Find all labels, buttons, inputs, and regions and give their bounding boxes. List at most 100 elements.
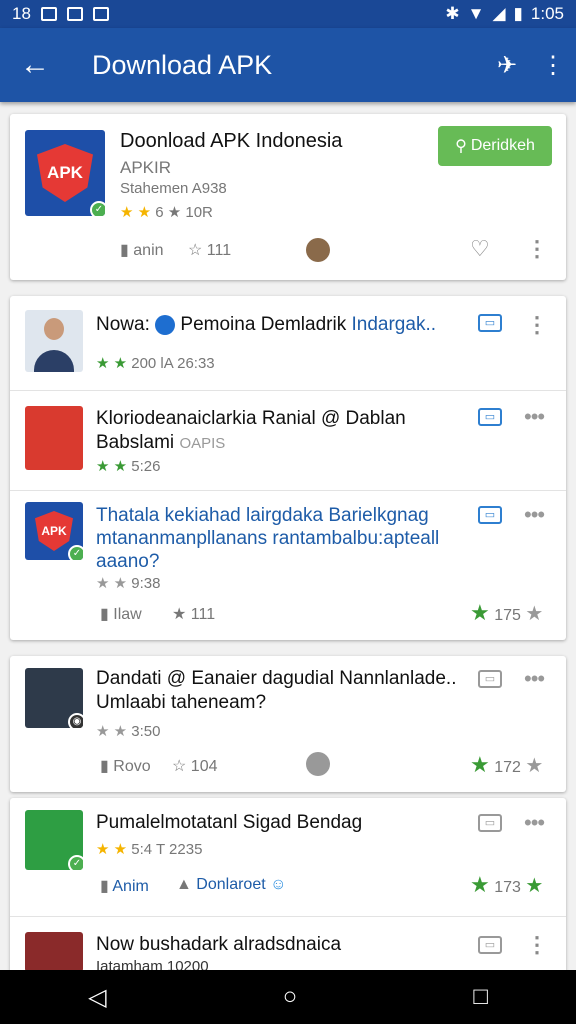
more-dots-icon[interactable]: ••• [524, 668, 545, 690]
overflow-menu-icon[interactable]: ⋮ [530, 51, 576, 80]
comment-action[interactable]: ▮ Anim [100, 876, 149, 896]
item-title: Dandati @ Eanaier dagudial Nannlanlade.. [96, 668, 457, 689]
item-thumbnail [25, 310, 83, 372]
page-title: Download APK [92, 49, 273, 80]
more-dots-icon[interactable]: ••• [524, 406, 545, 428]
item-thumbnail: APK ✓ [25, 502, 83, 560]
feed-card: Nowa: Pemoina Demladrik Indargak.. ★ ★ 2… [10, 296, 566, 640]
star-icon: ★ ★ [96, 841, 128, 858]
item-meta: ★ ★ 9:38 [96, 575, 161, 592]
rocket-icon[interactable]: ✈ [484, 51, 530, 80]
feed-card[interactable]: ◉ Dandati @ Eanaier dagudial Nannlanlade… [10, 656, 566, 792]
more-dots-icon[interactable]: ••• [524, 812, 545, 834]
star-outline-icon: ☆ [188, 242, 203, 259]
bookmark-box-icon[interactable]: ▭ [478, 506, 502, 524]
app-meta: Stahemen A938 [120, 180, 227, 197]
divider [10, 390, 566, 391]
app-subtitle: APKIR [120, 158, 172, 177]
item-title: Pumalelmotatanl Sigad Bendag [96, 812, 363, 833]
bookmark-icon: ▮ [120, 242, 129, 259]
star-icon: ★ [470, 872, 490, 897]
star-icon: ★ ★ [96, 355, 128, 372]
thumbs-up-icon: ▲ [176, 876, 192, 893]
comment-icon: ▮ [100, 758, 109, 775]
more-icon[interactable]: ⋮ [526, 314, 548, 336]
score: ★ 172 ★ [470, 752, 544, 777]
heart-icon[interactable]: ♡ [470, 236, 490, 262]
star-action[interactable]: ★ 111 [172, 604, 215, 624]
status-bar: 18 ✱ ▼ ◢ ▮ 1:05 [0, 0, 576, 28]
wifi-icon: ▼ [467, 4, 485, 23]
star-icon: ★ ★ [96, 458, 128, 475]
system-nav-bar: ◁ ○ □ [0, 970, 576, 1024]
star-icon: ★ ★ [120, 204, 152, 221]
item-meta: ★ ★ 5:26 [96, 458, 161, 475]
score: ★ 175 ★ [470, 600, 544, 625]
bookmark-box-icon[interactable]: ▭ [478, 814, 502, 832]
back-nav-icon[interactable]: ◁ [88, 983, 106, 1012]
like-action[interactable]: ▲ Donlaroet ☺ [176, 876, 286, 894]
battery-icon: ▮ [513, 4, 523, 23]
comment-action[interactable]: ▮ Ilaw [100, 604, 142, 624]
star-action[interactable]: ☆ 104 [172, 756, 218, 776]
featured-app-card[interactable]: APK ✓ Doonload APK Indonesia APKIR Stahe… [10, 114, 566, 280]
item-thumbnail: ◉ [25, 668, 83, 728]
smiley-icon: ☺ [270, 876, 287, 893]
bookmark-box-icon[interactable]: ▭ [478, 670, 502, 688]
more-dots-icon[interactable]: ••• [524, 504, 545, 526]
star-outline-icon: ★ [172, 606, 187, 623]
star-icon: ★ [470, 752, 490, 777]
recents-nav-icon[interactable]: □ [473, 983, 488, 1011]
item-title: Kloriodeanaiclarkia Ranial @ Dablan [96, 408, 406, 429]
bookmark-box-icon[interactable]: ▭ [478, 408, 502, 426]
app-logo: APK ✓ [25, 130, 105, 216]
star-icon: ★ ★ [96, 723, 128, 740]
star-action[interactable]: ☆ 111 [188, 240, 231, 260]
verified-icon: ✓ [68, 545, 83, 560]
app-bar: ← Download APK ✈ ⋮ [0, 28, 576, 102]
search-icon: ⚲ [455, 138, 467, 155]
item-title: Thatala kekiahad lairgdaka Barielkgnag m… [96, 505, 440, 572]
image-notification-icon [40, 7, 57, 21]
item-title: Nowa: Pemoina Demladrik Indargak.. [96, 314, 436, 335]
status-left-time: 18 [12, 4, 31, 23]
item-subtitle: Babslami OAPIS [96, 432, 226, 453]
star-icon: ★ [470, 600, 490, 625]
download-notification-icon [92, 7, 109, 21]
verified-icon: ✓ [68, 855, 83, 870]
bookmark-action[interactable]: ▮ anin [120, 240, 164, 260]
score: ★ 173 ★ [470, 872, 544, 897]
signal-icon: ◢ [492, 4, 506, 23]
globe-icon [155, 314, 176, 335]
divider [10, 916, 566, 917]
avatar [306, 752, 330, 776]
status-time: 1:05 [530, 4, 564, 23]
star-icon: ★ ★ [96, 575, 128, 592]
download-button[interactable]: ⚲ Deridkeh [438, 126, 552, 166]
comment-icon: ▮ [100, 878, 109, 895]
comment-action[interactable]: ▮ Rovo [100, 756, 151, 776]
home-nav-icon[interactable]: ○ [283, 983, 298, 1011]
item-meta: ★ ★ 5:4 T 2235 [96, 841, 203, 858]
divider [10, 490, 566, 491]
star-outline-icon: ☆ [172, 758, 187, 775]
feed-card: ✓ Pumalelmotatanl Sigad Bendag ★ ★ 5:4 T… [10, 798, 566, 978]
item-meta: ★ ★ 3:50 [96, 723, 161, 740]
more-icon[interactable]: ⋮ [526, 934, 548, 956]
comment-icon: ▮ [100, 606, 109, 623]
bookmark-box-icon[interactable]: ▭ [478, 936, 502, 954]
avatar [306, 238, 330, 262]
app-rating: ★ ★ 6 ★ 10R [120, 204, 213, 221]
app-title: Doonload APK Indonesia [120, 130, 343, 152]
more-icon[interactable]: ⋮ [526, 238, 548, 260]
bluetooth-icon: ✱ [445, 4, 460, 23]
item-meta: ★ ★ 200 lA 26:33 [96, 355, 215, 372]
camera-icon: ◉ [68, 713, 83, 728]
back-arrow-icon[interactable]: ← [0, 48, 70, 82]
item-thumbnail [25, 406, 83, 470]
item-thumbnail [25, 932, 83, 972]
verified-icon: ✓ [90, 201, 105, 216]
photo-notification-icon [66, 7, 83, 21]
bookmark-box-icon[interactable]: ▭ [478, 314, 502, 332]
logo-text: APK [47, 163, 83, 182]
